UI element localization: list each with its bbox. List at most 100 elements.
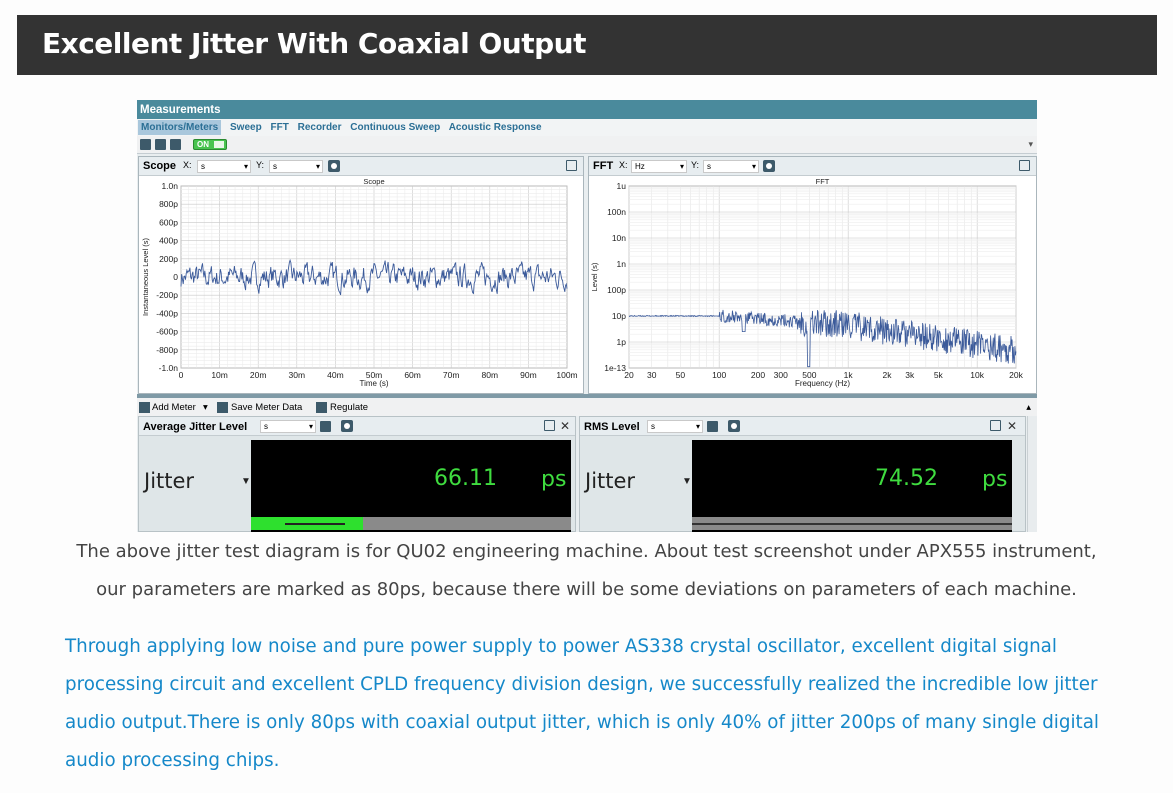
average-jitter-label: Jitter — [144, 469, 195, 493]
on-toggle[interactable]: ON — [193, 139, 227, 150]
scope-x-tick: 60m — [404, 370, 421, 380]
fft-y-label: Y: — [691, 160, 700, 170]
rms-level-bar — [692, 517, 1012, 530]
scope-y-tick: 800p — [159, 199, 178, 209]
average-jitter-bar-marker — [285, 523, 345, 525]
rms-level-close-icon[interactable]: ✕ — [1007, 419, 1017, 433]
scope-popout-icon[interactable] — [566, 160, 577, 171]
scope-y-tick: -1.0n — [159, 363, 179, 373]
fft-y-unit-select[interactable]: s — [703, 160, 759, 173]
menu-recorder[interactable]: Recorder — [298, 122, 342, 133]
scope-y-tick: -400p — [156, 308, 178, 318]
fft-panel-header: FFT X: Hz Y: s — [589, 157, 1036, 176]
fft-x-label: X: — [619, 160, 628, 170]
average-jitter-display: 66.11 ps — [251, 440, 571, 532]
app-title: Measurements — [137, 100, 1037, 119]
fft-chart: FFT 1u 100n 10n 1n 100p 10p 1p 1e-1320 30 50 100 200… — [590, 177, 1024, 388]
scope-chart: Scope 1.0n 800p 600p 400p 200p 0 -200p -400p -600… — [141, 177, 578, 388]
rms-level-unit-select[interactable]: s — [647, 420, 703, 433]
average-jitter-unit: ps — [541, 467, 567, 492]
fft-x-tick: 5k — [934, 370, 944, 380]
toolbar-table-icon[interactable] — [155, 139, 166, 150]
scope-x-label: X: — [183, 160, 192, 170]
scope-x-tick: 40m — [327, 370, 344, 380]
add-meter-button[interactable]: Add Meter — [152, 402, 196, 413]
fft-y-tick: 1e-13 — [604, 363, 626, 373]
menu-monitors-meters[interactable]: Monitors/Meters — [138, 120, 222, 135]
menu-acoustic-response[interactable]: Acoustic Response — [449, 122, 542, 133]
section-title: Excellent Jitter With Coaxial Output — [42, 27, 586, 60]
rms-level-title: RMS Level — [584, 421, 640, 433]
fft-y-tick: 1p — [617, 337, 627, 347]
average-jitter-settings-gear-icon[interactable] — [341, 420, 353, 432]
add-meter-dropdown-icon[interactable]: ▾ — [203, 402, 208, 413]
paragraph-line-2: processing circuit and excellent CPLD fr… — [65, 674, 1098, 695]
average-jitter-bar — [251, 517, 571, 530]
collapse-icon[interactable]: ▾ — [1028, 139, 1033, 150]
menu-fft[interactable]: FFT — [270, 122, 288, 133]
add-meter-icon[interactable] — [139, 402, 150, 413]
fft-y-axis-label: Level (s) — [590, 262, 599, 291]
menu-continuous-sweep[interactable]: Continuous Sweep — [350, 122, 440, 133]
fft-y-tick: 100n — [607, 207, 626, 217]
scope-y-unit-select[interactable]: s — [269, 160, 323, 173]
scope-x-unit-select[interactable]: s — [197, 160, 251, 173]
rms-level-popout-icon[interactable] — [990, 420, 1001, 431]
scope-y-axis-label: Instantaneous Level (s) — [141, 238, 150, 316]
average-jitter-close-icon[interactable]: ✕ — [560, 419, 570, 433]
measurement-app-screenshot: Measurements Monitors/Meters Sweep FFT R… — [137, 100, 1037, 532]
toolbar-check-icon[interactable] — [170, 139, 181, 150]
rms-level-format-icon[interactable] — [707, 421, 718, 432]
rms-level-unit: ps — [982, 467, 1008, 492]
fft-x-tick: 30 — [647, 370, 657, 380]
scope-y-tick: 200p — [159, 254, 178, 264]
scope-y-tick: 600p — [159, 217, 178, 227]
toolbar: ON ▾ — [137, 136, 1037, 154]
scope-x-tick: 90m — [520, 370, 537, 380]
save-meter-data-button[interactable]: Save Meter Data — [231, 402, 302, 413]
scope-chart-title: Scope — [363, 177, 384, 186]
on-toggle-label: ON — [197, 140, 209, 149]
fft-title: FFT — [593, 160, 614, 172]
toolbar-grid-icon[interactable] — [140, 139, 151, 150]
average-jitter-format-icon[interactable] — [320, 421, 331, 432]
fft-x-tick: 20k — [1009, 370, 1023, 380]
fft-x-tick: 10k — [970, 370, 984, 380]
save-meter-data-icon[interactable] — [217, 402, 228, 413]
rms-level-settings-gear-icon[interactable] — [728, 420, 740, 432]
scope-settings-gear-icon[interactable] — [328, 160, 340, 172]
scope-panel: Scope X: s Y: s Scope 1.0n 800p 600p 400p 200… — [138, 156, 584, 394]
paragraph-line-3: audio output.There is only 80ps with coa… — [65, 712, 1100, 733]
caption-line-1: The above jitter test diagram is for QU0… — [76, 541, 1097, 562]
regulate-button[interactable]: Regulate — [330, 402, 368, 413]
average-jitter-unit-select[interactable]: s — [260, 420, 316, 433]
average-jitter-body: Jitter ▼ 66.11 ps — [139, 436, 575, 532]
menu-bar: Monitors/Meters Sweep FFT Recorder Conti… — [137, 119, 1037, 136]
rms-level-display: 74.52 ps — [692, 440, 1012, 532]
caption-line-2: our parameters are marked as 80ps, becau… — [96, 579, 1077, 600]
fft-x-axis-label: Frequency (Hz) — [795, 379, 850, 388]
average-jitter-meter: Average Jitter Level s ✕ Jitter ▼ 66.11 … — [138, 416, 576, 532]
fft-x-unit-select[interactable]: Hz — [631, 160, 687, 173]
scope-y-tick: -800p — [156, 345, 178, 355]
collapse-meters-icon[interactable]: ▴ — [1026, 402, 1031, 413]
scope-x-tick: 100m — [556, 370, 577, 380]
menu-sweep[interactable]: Sweep — [230, 122, 262, 133]
scope-title: Scope — [143, 160, 177, 172]
fft-x-tick: 2k — [883, 370, 893, 380]
average-jitter-header: Average Jitter Level s ✕ — [139, 417, 575, 436]
fft-settings-gear-icon[interactable] — [763, 160, 775, 172]
average-jitter-dropdown-icon[interactable]: ▼ — [241, 476, 251, 487]
scope-y-tick: -600p — [156, 327, 178, 337]
scope-y-label: Y: — [256, 160, 265, 170]
meters-scrollbar[interactable] — [1027, 416, 1037, 532]
average-jitter-value: 66.11 — [434, 466, 497, 491]
fft-popout-icon[interactable] — [1019, 160, 1030, 171]
regulate-icon[interactable] — [316, 402, 327, 413]
rms-level-bar-marker — [692, 523, 1012, 525]
fft-x-tick: 300 — [774, 370, 788, 380]
fft-y-tick: 10p — [612, 311, 626, 321]
average-jitter-popout-icon[interactable] — [544, 420, 555, 431]
paragraph-line-1: Through applying low noise and pure powe… — [65, 636, 1057, 657]
rms-level-dropdown-icon[interactable]: ▼ — [682, 476, 692, 487]
